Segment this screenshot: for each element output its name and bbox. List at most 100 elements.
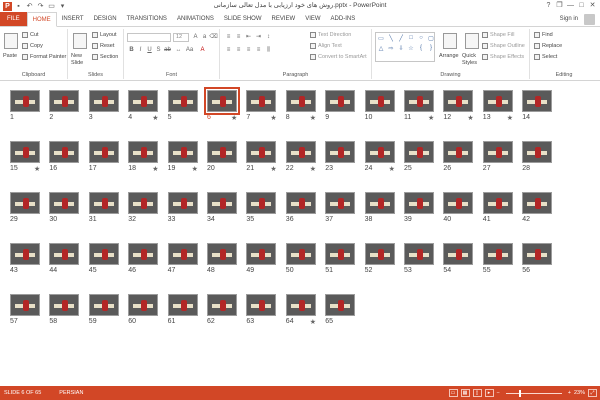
bullets-icon[interactable]: ≡: [224, 33, 233, 42]
powerpoint-logo-icon[interactable]: P: [3, 1, 12, 11]
slide-thumbnail[interactable]: [207, 192, 237, 214]
find-button[interactable]: Find: [534, 32, 553, 38]
tab-transitions[interactable]: TRANSITIONS: [122, 12, 172, 26]
paste-button[interactable]: Paste: [3, 53, 17, 59]
slide-thumbnail[interactable]: [10, 192, 40, 214]
numbering-icon[interactable]: ≡: [234, 33, 243, 42]
slide-thumbnail[interactable]: [246, 141, 277, 163]
slide-thumbnail[interactable]: [325, 141, 356, 163]
normal-view-icon[interactable]: ▭: [448, 389, 458, 397]
textbox-shape-icon[interactable]: ▭: [376, 33, 386, 43]
font-size-box[interactable]: 12: [173, 33, 189, 42]
strikethrough-icon[interactable]: ab: [163, 46, 172, 55]
redo-icon[interactable]: ↷: [36, 2, 45, 11]
slide-thumbnail[interactable]: [482, 141, 513, 163]
slide-thumbnail[interactable]: [204, 87, 240, 115]
slide-thumbnail[interactable]: [128, 243, 159, 265]
increase-indent-icon[interactable]: ⇥: [254, 33, 263, 42]
slide-sorter-pane[interactable]: 1 2 3 4 ★ 5 6 ★ 7 ★ 8 ★ 9 10 11 ★ 12 ★ 13 ★ 14 15 ★ 16 17 18 ★ 19 ★ 2…: [0, 82, 600, 385]
replace-button[interactable]: Replace: [534, 43, 562, 49]
fit-to-window-icon[interactable]: ⤢: [588, 389, 597, 397]
transition-star-icon[interactable]: ★: [34, 165, 40, 173]
layout-button[interactable]: Layout: [92, 32, 117, 38]
slide-thumbnail[interactable]: [522, 243, 553, 265]
arrow-shape-icon[interactable]: ⇨: [386, 43, 396, 53]
slide-thumbnail[interactable]: [128, 294, 159, 316]
copy-button[interactable]: Copy: [22, 43, 43, 49]
slide-thumbnail[interactable]: [246, 243, 277, 265]
convert-smartart-button[interactable]: Convert to SmartArt: [310, 54, 367, 60]
tab-design[interactable]: DESIGN: [89, 12, 122, 26]
slide-thumbnail[interactable]: [207, 243, 237, 265]
star-shape-icon[interactable]: ☆: [406, 43, 416, 53]
section-button[interactable]: Section: [92, 54, 118, 60]
tab-slide-show[interactable]: SLIDE SHOW: [219, 12, 267, 26]
slide-thumbnail[interactable]: [167, 90, 198, 112]
shrink-font-icon[interactable]: a: [200, 33, 209, 42]
bold-icon[interactable]: B: [127, 46, 136, 55]
slide-thumbnail[interactable]: [364, 192, 395, 214]
tab-review[interactable]: REVIEW: [267, 12, 301, 26]
slide-thumbnail[interactable]: [49, 90, 80, 112]
maximize-button[interactable]: □: [576, 0, 587, 11]
slide-thumbnail[interactable]: [325, 294, 356, 316]
customize-toolbar-icon[interactable]: ▾: [58, 2, 67, 11]
zoom-out-icon[interactable]: −: [497, 390, 500, 396]
new-slide-button[interactable]: New Slide: [71, 53, 91, 67]
font-name-box[interactable]: [127, 33, 171, 42]
minimize-button[interactable]: —: [565, 0, 576, 11]
slide-thumbnail[interactable]: [246, 294, 277, 316]
slide-thumbnail[interactable]: [167, 294, 198, 316]
slide-thumbnail[interactable]: [482, 243, 513, 265]
transition-star-icon[interactable]: ★: [192, 165, 198, 173]
reading-view-icon[interactable]: ▯: [472, 389, 482, 397]
brace-shape-icon[interactable]: {: [416, 43, 426, 53]
slide-thumbnail[interactable]: [207, 294, 237, 316]
brace-shape-icon[interactable]: }: [426, 43, 436, 53]
slide-thumbnail[interactable]: [246, 90, 277, 112]
slide-thumbnail[interactable]: [167, 141, 198, 163]
slide-thumbnail[interactable]: [443, 192, 474, 214]
arrange-button[interactable]: Arrange: [439, 53, 459, 59]
slide-thumbnail[interactable]: [128, 90, 159, 112]
oval-shape-icon[interactable]: ○: [416, 33, 426, 43]
line-shape-icon[interactable]: ╲: [386, 33, 396, 43]
decrease-indent-icon[interactable]: ⇤: [244, 33, 253, 42]
save-icon[interactable]: ▪: [14, 2, 23, 11]
transition-star-icon[interactable]: ★: [467, 114, 473, 122]
font-color-icon[interactable]: A: [198, 46, 207, 55]
slide-thumbnail[interactable]: [404, 90, 434, 112]
align-text-button[interactable]: Align Text: [310, 43, 342, 49]
slide-thumbnail[interactable]: [285, 192, 316, 214]
slide-thumbnail[interactable]: [49, 141, 80, 163]
slide-thumbnail[interactable]: [128, 192, 159, 214]
slide-thumbnail[interactable]: [404, 141, 434, 163]
quick-styles-icon[interactable]: [465, 33, 479, 49]
slide-thumbnail[interactable]: [207, 141, 237, 163]
char-spacing-icon[interactable]: ↔: [174, 46, 183, 55]
slide-thumbnail[interactable]: [88, 243, 119, 265]
close-button[interactable]: ✕: [587, 0, 598, 11]
slide-thumbnail[interactable]: [167, 192, 198, 214]
slide-thumbnail[interactable]: [49, 243, 80, 265]
slide-thumbnail[interactable]: [482, 192, 513, 214]
cut-button[interactable]: Cut: [22, 32, 39, 38]
slide-thumbnail[interactable]: [88, 90, 119, 112]
transition-star-icon[interactable]: ★: [310, 165, 316, 173]
align-right-icon[interactable]: ≡: [244, 46, 253, 55]
slide-thumbnail[interactable]: [246, 192, 277, 214]
quick-styles-button[interactable]: Quick Styles: [462, 53, 480, 67]
tab-add-ins[interactable]: ADD-INS: [326, 12, 361, 26]
shape-outline-button[interactable]: Shape Outline: [482, 43, 525, 49]
help-button[interactable]: ?: [543, 0, 554, 11]
slide-sorter-view-icon[interactable]: ▦: [460, 389, 470, 397]
undo-icon[interactable]: ↶: [25, 2, 34, 11]
rectangle-shape-icon[interactable]: □: [406, 33, 416, 43]
triangle-shape-icon[interactable]: △: [376, 43, 386, 53]
slide-thumbnail[interactable]: [128, 141, 159, 163]
reset-button[interactable]: Reset: [92, 43, 114, 49]
rounded-rect-shape-icon[interactable]: ▢: [426, 33, 436, 43]
transition-star-icon[interactable]: ★: [270, 165, 276, 173]
slide-thumbnail[interactable]: [364, 243, 395, 265]
align-center-icon[interactable]: ≡: [234, 46, 243, 55]
